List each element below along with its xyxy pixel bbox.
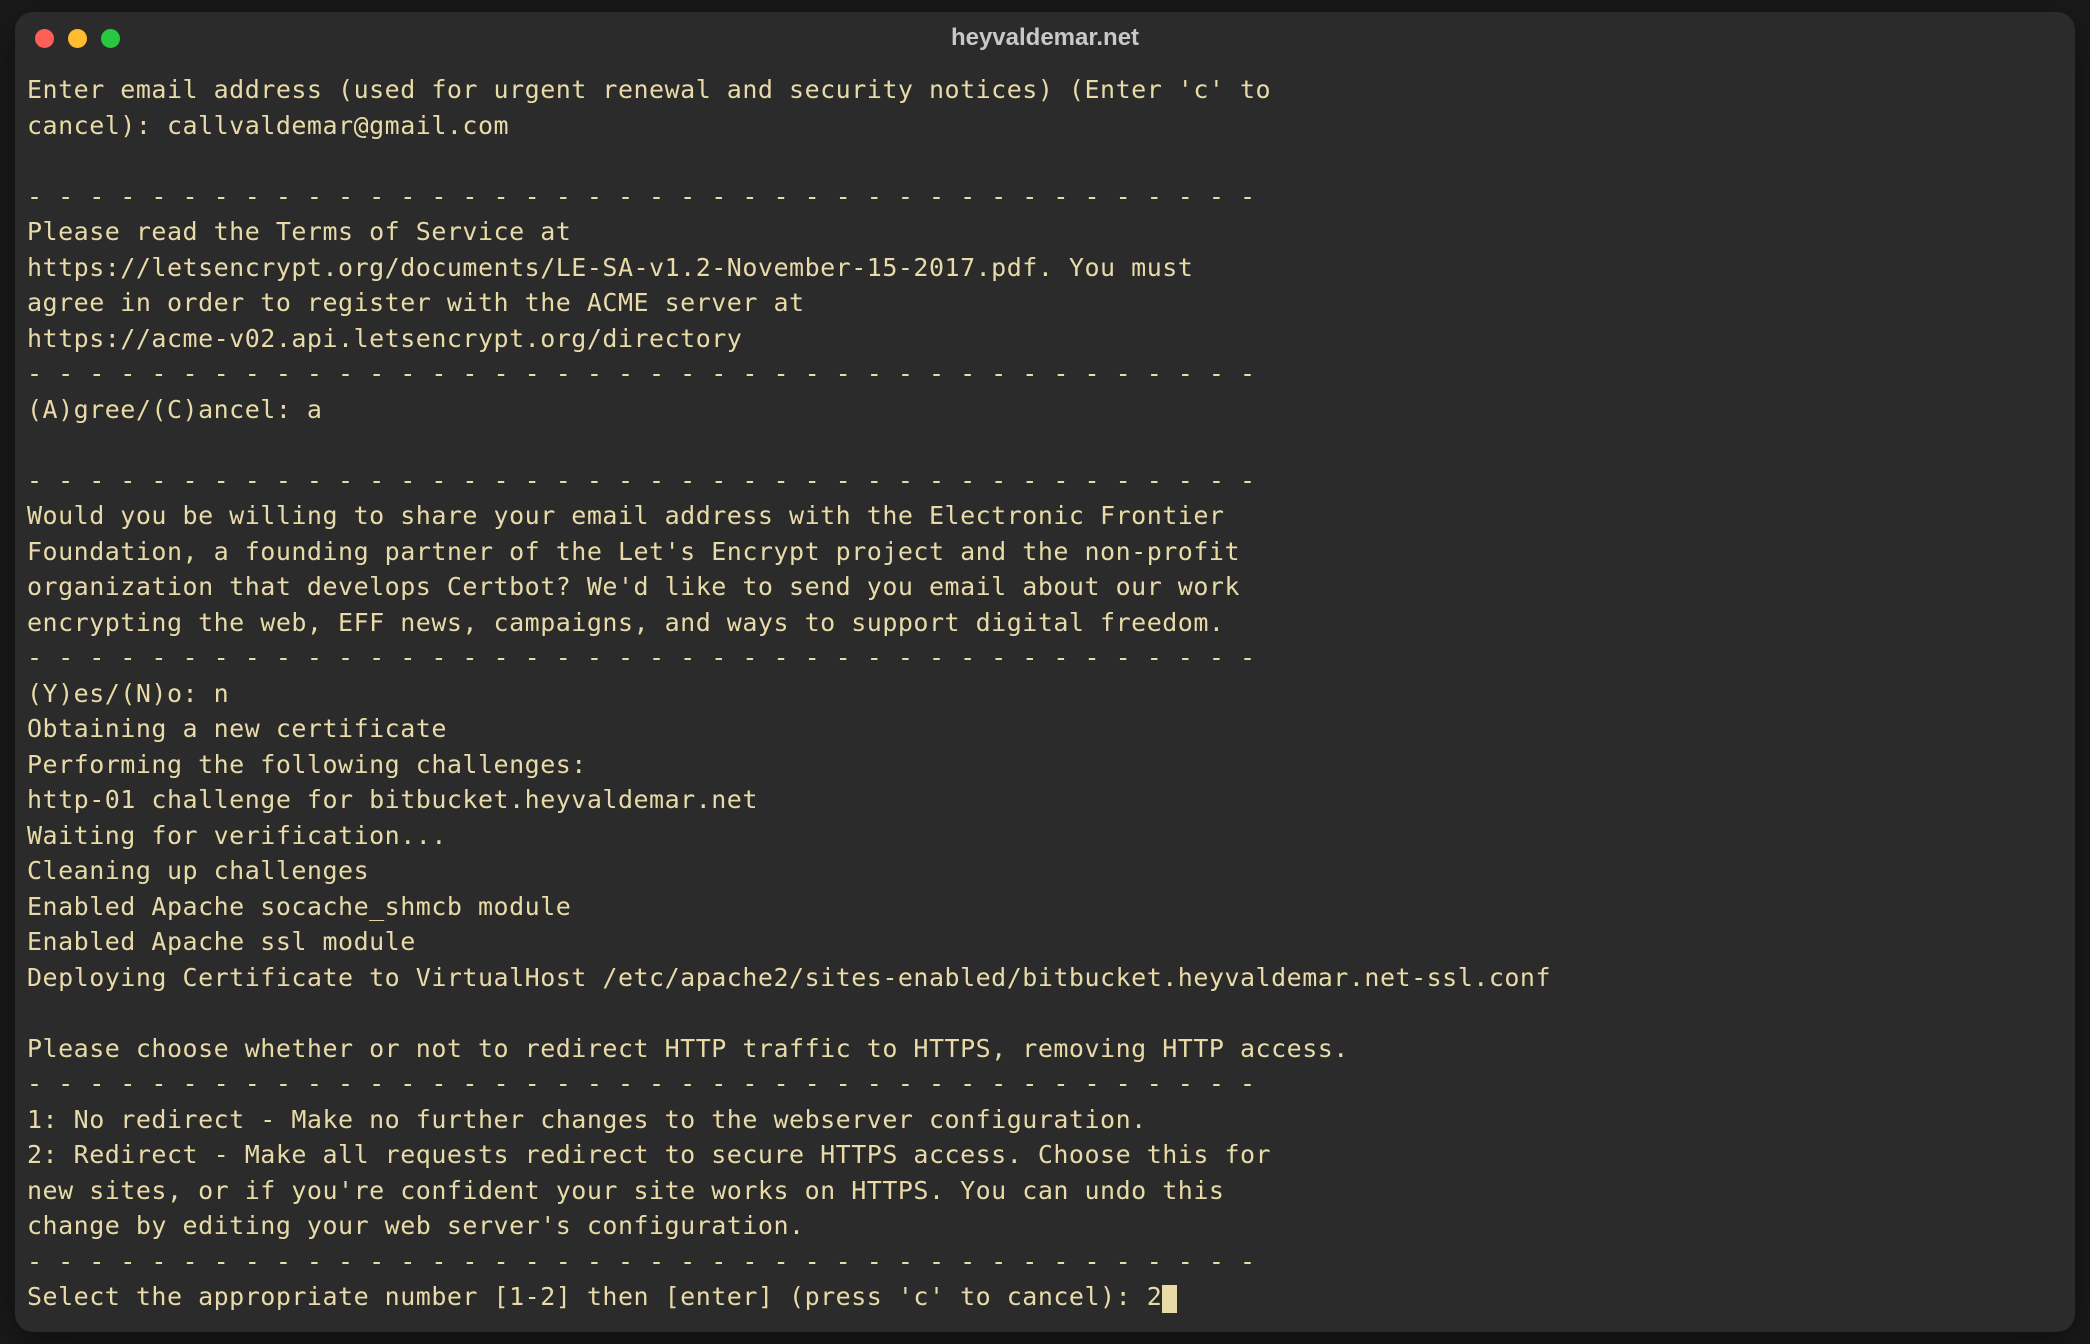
terminal-line: Performing the following challenges: xyxy=(27,750,587,779)
terminal-line: cancel): callvaldemar@gmail.com xyxy=(27,111,509,140)
terminal-window: heyvaldemar.net Enter email address (use… xyxy=(15,12,2075,1332)
terminal-line: Obtaining a new certificate xyxy=(27,714,447,743)
terminal-line: Waiting for verification... xyxy=(27,821,447,850)
terminal-line: - - - - - - - - - - - - - - - - - - - - … xyxy=(27,182,1256,211)
terminal-line: Please read the Terms of Service at xyxy=(27,217,571,246)
terminal-line: https://acme-v02.api.letsencrypt.org/dir… xyxy=(27,324,742,353)
terminal-line: Would you be willing to share your email… xyxy=(27,501,1224,530)
maximize-icon[interactable] xyxy=(101,29,120,48)
terminal-content[interactable]: Enter email address (used for urgent ren… xyxy=(15,64,2075,1332)
minimize-icon[interactable] xyxy=(68,29,87,48)
title-bar: heyvaldemar.net xyxy=(15,12,2075,64)
close-icon[interactable] xyxy=(35,29,54,48)
terminal-line: encrypting the web, EFF news, campaigns,… xyxy=(27,608,1224,637)
traffic-lights xyxy=(35,29,120,48)
terminal-line: - - - - - - - - - - - - - - - - - - - - … xyxy=(27,1247,1256,1276)
window-title: heyvaldemar.net xyxy=(951,24,1139,52)
terminal-line: agree in order to register with the ACME… xyxy=(27,288,805,317)
terminal-line: Cleaning up challenges xyxy=(27,856,369,885)
terminal-line: 2: Redirect - Make all requests redirect… xyxy=(27,1140,1271,1169)
terminal-line: Deploying Certificate to VirtualHost /et… xyxy=(27,963,1551,992)
terminal-line: - - - - - - - - - - - - - - - - - - - - … xyxy=(27,643,1256,672)
terminal-line: new sites, or if you're confident your s… xyxy=(27,1176,1224,1205)
terminal-line: https://letsencrypt.org/documents/LE-SA-… xyxy=(27,253,1193,282)
terminal-line: (A)gree/(C)ancel: a xyxy=(27,395,322,424)
cursor-icon xyxy=(1162,1285,1177,1313)
terminal-line: - - - - - - - - - - - - - - - - - - - - … xyxy=(27,359,1256,388)
terminal-line: http-01 challenge for bitbucket.heyvalde… xyxy=(27,785,758,814)
terminal-line: (Y)es/(N)o: n xyxy=(27,679,229,708)
terminal-line: - - - - - - - - - - - - - - - - - - - - … xyxy=(27,1069,1256,1098)
terminal-line: change by editing your web server's conf… xyxy=(27,1211,805,1240)
terminal-line: Please choose whether or not to redirect… xyxy=(27,1034,1349,1063)
terminal-line: 1: No redirect - Make no further changes… xyxy=(27,1105,1147,1134)
terminal-line: Enabled Apache socache_shmcb module xyxy=(27,892,571,921)
terminal-line: - - - - - - - - - - - - - - - - - - - - … xyxy=(27,466,1256,495)
terminal-line: organization that develops Certbot? We'd… xyxy=(27,572,1240,601)
terminal-line: Enabled Apache ssl module xyxy=(27,927,416,956)
terminal-line: Foundation, a founding partner of the Le… xyxy=(27,537,1240,566)
terminal-line: Enter email address (used for urgent ren… xyxy=(27,75,1271,104)
terminal-prompt-line: Select the appropriate number [1-2] then… xyxy=(27,1282,1162,1311)
